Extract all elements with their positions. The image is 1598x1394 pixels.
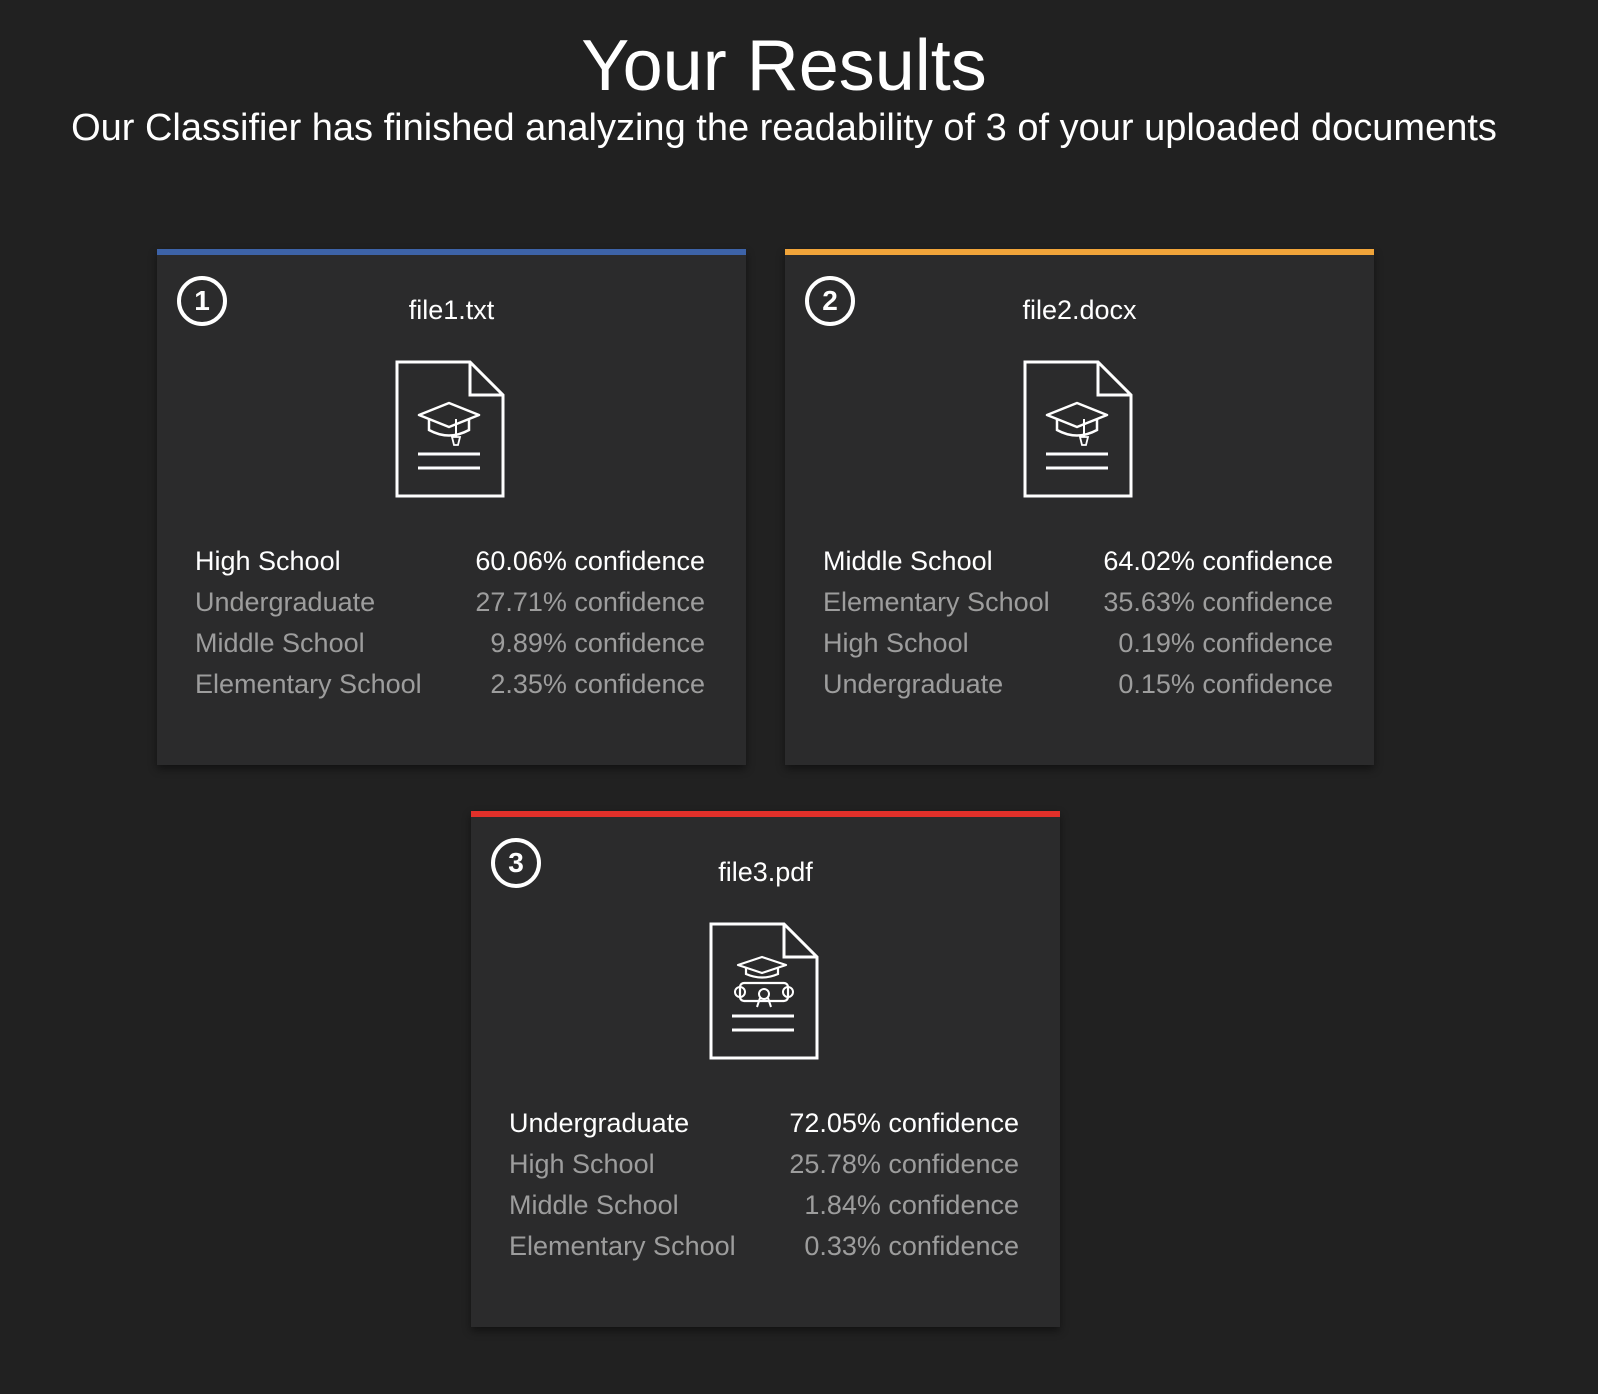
result-row: Middle School 64.02% confidence	[823, 541, 1333, 582]
result-label: Elementary School	[509, 1231, 736, 1261]
page-title: Your Results	[581, 26, 987, 106]
card-accent-bar	[157, 249, 746, 255]
result-confidence: 64.02% confidence	[1103, 546, 1333, 576]
result-row: Elementary School 2.35% confidence	[195, 664, 705, 705]
result-confidence: 60.06% confidence	[475, 546, 705, 576]
result-label: Undergraduate	[823, 669, 1004, 699]
result-row: Undergraduate 0.15% confidence	[823, 664, 1333, 705]
result-card-file3: 3 file3.pdf Undergraduate 72.05% confide…	[471, 811, 1060, 1327]
card-accent-bar	[785, 249, 1374, 255]
result-confidence: 0.19% confidence	[1118, 628, 1333, 658]
result-row: High School 60.06% confidence	[195, 541, 705, 582]
result-row: Elementary School 0.33% confidence	[509, 1226, 1019, 1267]
result-confidence: 2.35% confidence	[490, 669, 705, 699]
result-row: High School 0.19% confidence	[823, 623, 1333, 664]
file-name: file3.pdf	[718, 857, 813, 887]
result-row: Undergraduate 72.05% confidence	[509, 1103, 1019, 1144]
result-confidence: 72.05% confidence	[789, 1108, 1019, 1138]
result-card-file2: 2 file2.docx Middle School 64.02% confid…	[785, 249, 1374, 765]
results-page: Your Results Our Classifier has finished…	[0, 0, 1598, 1394]
result-label: Middle School	[195, 628, 365, 658]
classification-results: Undergraduate 72.05% confidence High Sch…	[509, 1103, 1019, 1267]
result-confidence: 0.15% confidence	[1118, 669, 1333, 699]
classification-results: High School 60.06% confidence Undergradu…	[195, 541, 705, 705]
result-row: Undergraduate 27.71% confidence	[195, 582, 705, 623]
result-row: Middle School 1.84% confidence	[509, 1185, 1019, 1226]
result-row: High School 25.78% confidence	[509, 1144, 1019, 1185]
result-label: High School	[509, 1149, 655, 1179]
result-confidence: 35.63% confidence	[1103, 587, 1333, 617]
graduation-cap-document-icon	[1023, 360, 1133, 498]
result-label: Elementary School	[823, 587, 1050, 617]
result-confidence: 1.84% confidence	[804, 1190, 1019, 1220]
result-row: Middle School 9.89% confidence	[195, 623, 705, 664]
card-accent-bar	[471, 811, 1060, 817]
result-confidence: 0.33% confidence	[804, 1231, 1019, 1261]
classification-results: Middle School 64.02% confidence Elementa…	[823, 541, 1333, 705]
graduation-cap-document-icon	[395, 360, 505, 498]
file-name: file2.docx	[1022, 295, 1137, 325]
result-label: Middle School	[509, 1190, 679, 1220]
result-confidence: 9.89% confidence	[490, 628, 705, 658]
result-label: High School	[195, 546, 341, 576]
result-label: Undergraduate	[195, 587, 376, 617]
file-name: file1.txt	[408, 295, 495, 325]
result-label: Undergraduate	[509, 1108, 690, 1138]
result-confidence: 27.71% confidence	[475, 587, 705, 617]
result-label: Middle School	[823, 546, 993, 576]
page-subtitle: Our Classifier has finished analyzing th…	[71, 107, 1497, 149]
result-confidence: 25.78% confidence	[789, 1149, 1019, 1179]
result-label: Elementary School	[195, 669, 422, 699]
result-label: High School	[823, 628, 969, 658]
result-card-file1: 1 file1.txt High School 60.06% confidenc…	[157, 249, 746, 765]
result-row: Elementary School 35.63% confidence	[823, 582, 1333, 623]
diploma-document-icon	[709, 922, 819, 1060]
